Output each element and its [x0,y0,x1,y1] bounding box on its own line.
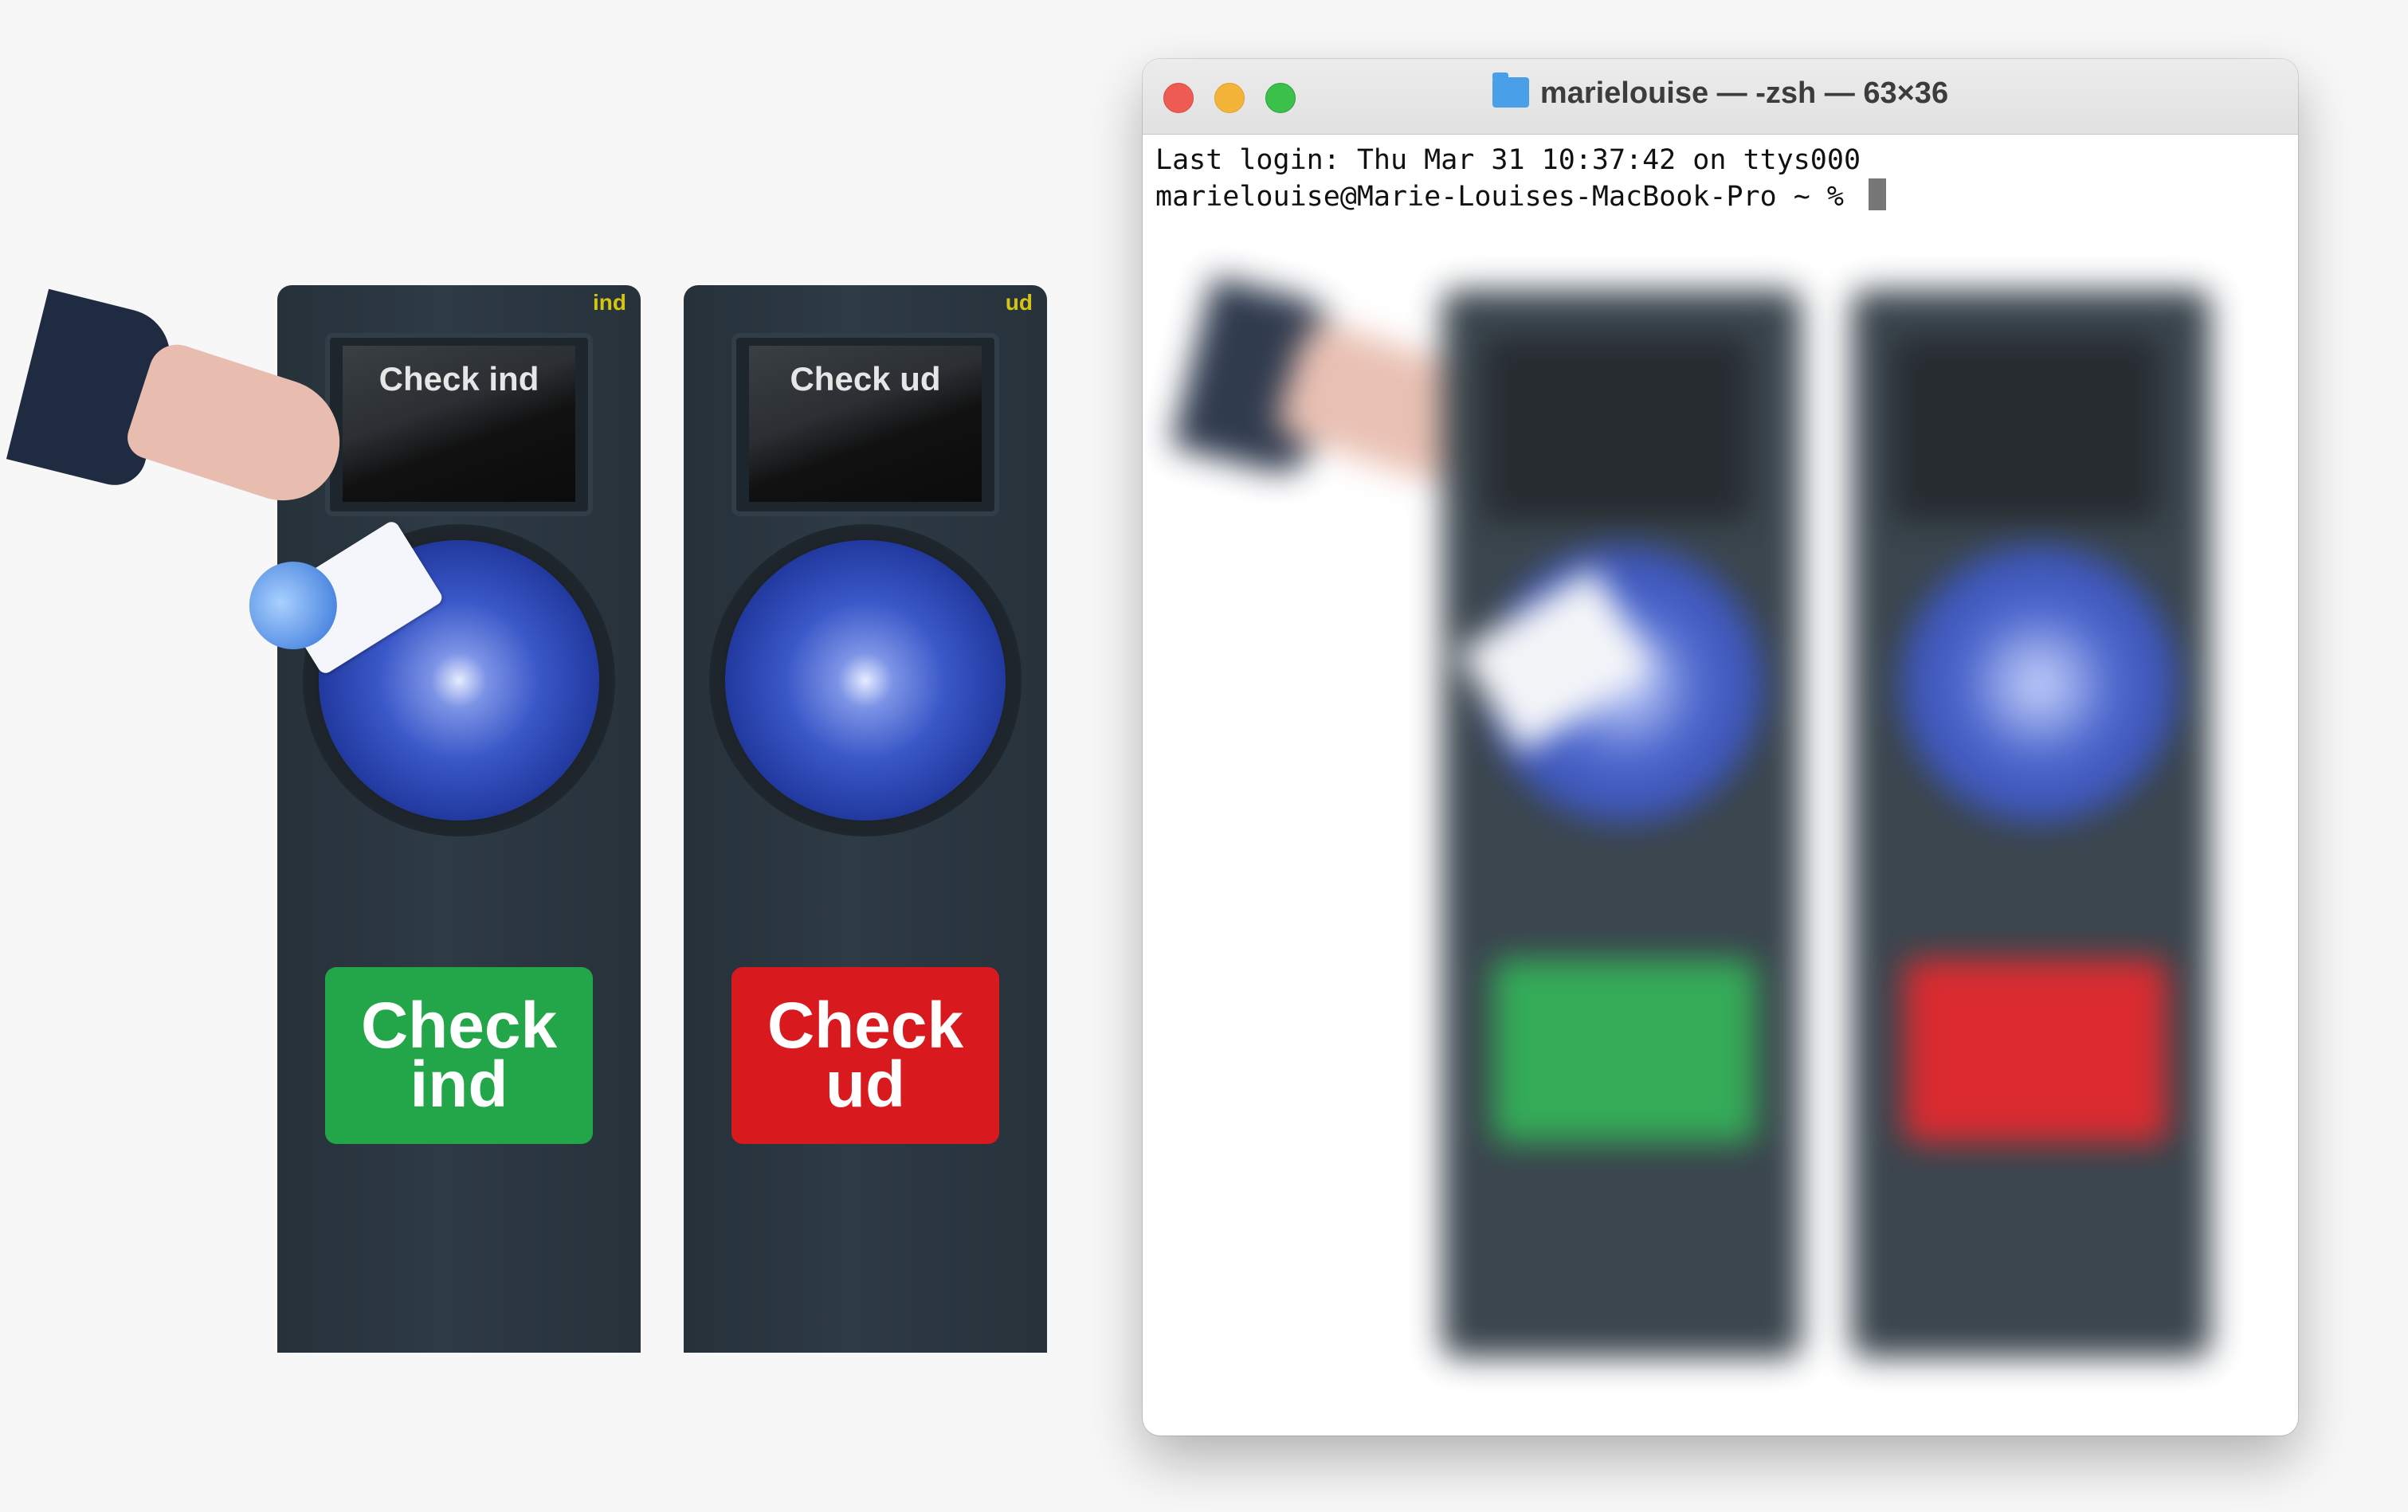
check-out-machine: ud Check ud Check ud [684,285,1047,1353]
card-reader [725,540,1006,821]
display-label: Check ud [790,360,941,398]
machine-tag: ind [593,290,626,315]
button-line-1: Check [360,989,558,1062]
button-line-2: ud [825,1048,906,1121]
folder-icon [1492,72,1529,108]
machine-tag: ud [1005,290,1033,315]
text-cursor [1869,178,1887,210]
machine-display: Check ud [749,346,982,502]
machine-display-bezel: Check ud [731,333,999,516]
window-title-text: marielouise — -zsh — 63×36 [1539,76,1949,110]
check-in-button: Check ind [325,967,593,1144]
machine-display-bezel: Check ind [325,333,593,516]
prompt-line[interactable]: marielouise@Marie-Louises-MacBook-Pro ~ … [1155,178,2285,215]
window-titlebar[interactable]: marielouise — -zsh — 63×36 [1143,59,2298,135]
display-label: Check ind [378,360,539,398]
machine-display: Check ind [343,346,575,502]
window-title: marielouise — -zsh — 63×36 [1143,72,2298,111]
shell-prompt: marielouise@Marie-Louises-MacBook-Pro ~ … [1155,181,1861,213]
check-out-button: Check ud [731,967,999,1144]
card-reader-ring [709,524,1022,836]
terminal-output[interactable]: Last login: Thu Mar 31 10:37:42 on ttys0… [1155,142,2285,215]
terminal-line: Last login: Thu Mar 31 10:37:42 on ttys0… [1155,144,1861,176]
button-line-2: ind [410,1048,508,1121]
blurred-background-image [1143,59,2298,1436]
button-line-1: Check [767,989,964,1062]
terminal-window[interactable]: marielouise — -zsh — 63×36 Last login: T… [1143,59,2298,1436]
